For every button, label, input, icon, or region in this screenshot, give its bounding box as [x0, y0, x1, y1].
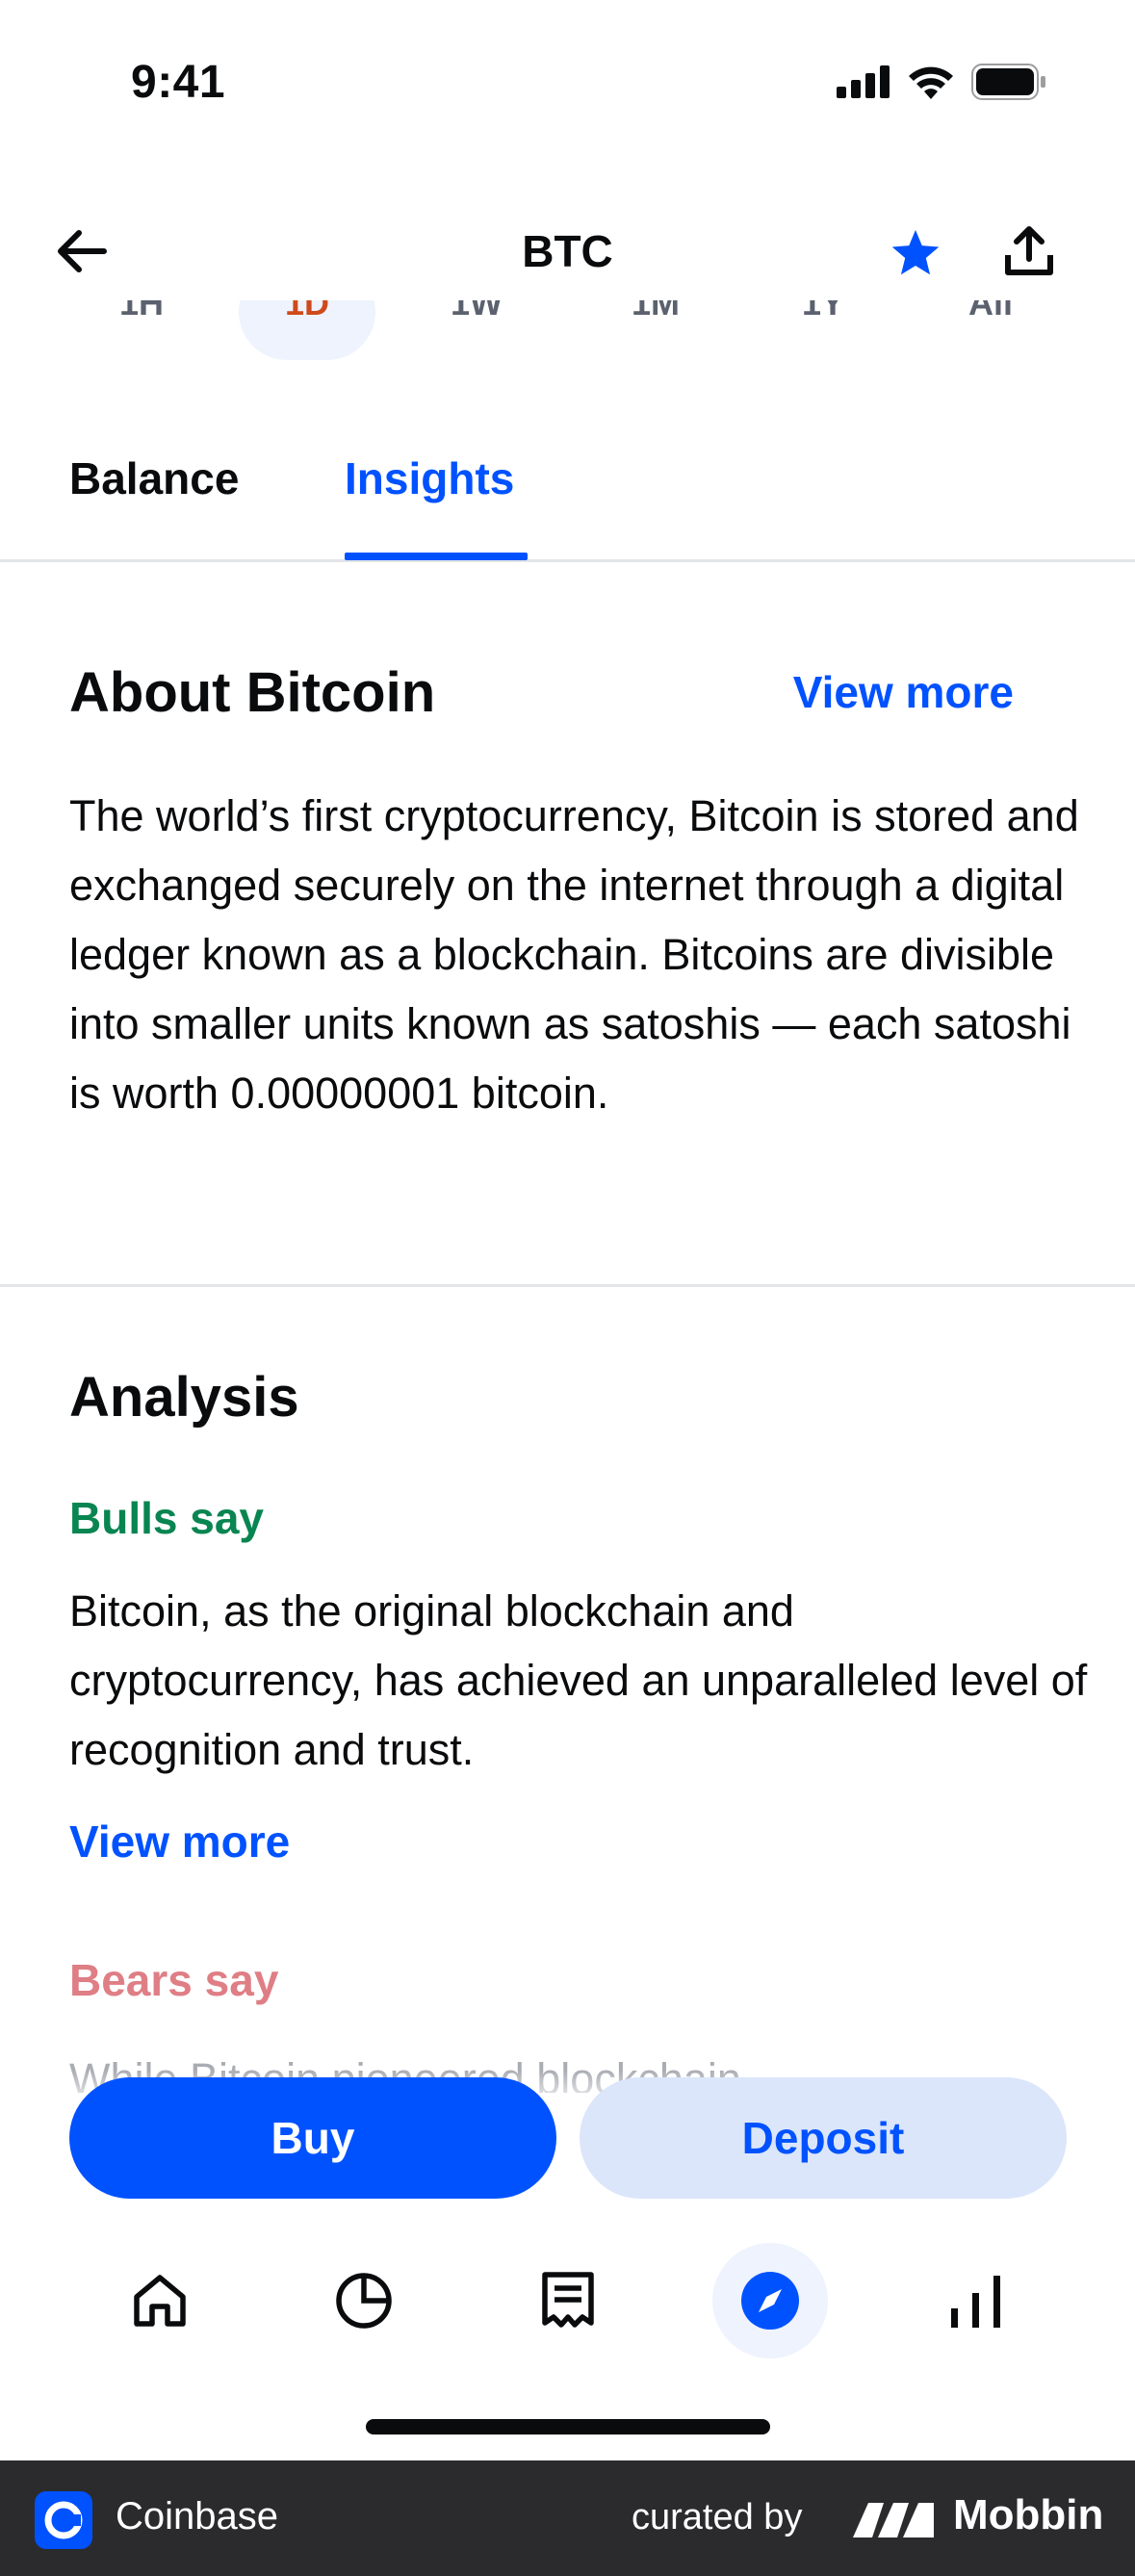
- nav-home[interactable]: [102, 2243, 218, 2358]
- about-view-more-link[interactable]: View more: [793, 666, 1014, 718]
- status-icons: [837, 64, 1046, 100]
- tab-balance[interactable]: Balance: [69, 452, 239, 504]
- time-range-1y[interactable]: 1Y: [751, 300, 895, 323]
- time-range-1d[interactable]: 1D: [235, 300, 379, 323]
- time-range-1m[interactable]: 1M: [583, 300, 728, 323]
- home-indicator: [366, 2419, 770, 2434]
- battery-icon: [971, 64, 1045, 100]
- time-range-1w[interactable]: 1W: [404, 300, 549, 323]
- coinbase-logo-icon: [35, 2491, 92, 2549]
- nav-markets[interactable]: [918, 2243, 1034, 2358]
- share-upload-icon: [1005, 226, 1053, 275]
- cellular-signal-icon: [837, 65, 890, 98]
- footer-app-name: Coinbase: [116, 2495, 279, 2537]
- footer-brand: Mobbin: [953, 2491, 1104, 2538]
- footer-banner: Coinbase curated by Mobbin: [0, 2460, 1135, 2576]
- time-range-all[interactable]: All: [918, 300, 1063, 323]
- section-divider: [0, 1284, 1135, 1287]
- bottom-navigation: [0, 2233, 1135, 2378]
- time-range-1h[interactable]: 1H: [69, 300, 214, 323]
- explore-compass-icon: [741, 2272, 799, 2330]
- status-bar: 9:41: [0, 0, 1135, 168]
- tab-bar: Balance Insights: [0, 424, 1135, 562]
- home-icon: [134, 2275, 186, 2327]
- nav-header: BTC: [0, 202, 1135, 298]
- about-title: About Bitcoin: [69, 661, 436, 724]
- nav-transactions[interactable]: [510, 2243, 626, 2358]
- portfolio-pie-icon: [336, 2273, 392, 2329]
- watchlist-star-button[interactable]: [884, 221, 947, 285]
- bears-say-heading: Bears say: [69, 1955, 279, 2005]
- share-button[interactable]: [997, 219, 1061, 283]
- about-description: The world’s first cryptocurrency, Bitcoi…: [69, 791, 1079, 1118]
- bulls-say-heading: Bulls say: [69, 1493, 264, 1543]
- page-title: BTC: [522, 226, 613, 276]
- markets-bars-icon: [951, 2276, 1000, 2328]
- star-icon: [891, 229, 940, 275]
- action-bar: Buy Deposit: [0, 2070, 1135, 2204]
- buy-button[interactable]: Buy: [69, 2077, 556, 2199]
- wifi-icon: [909, 66, 953, 99]
- time-range-selector: 1H 1D 1W 1M 1Y All: [0, 300, 1135, 377]
- transactions-receipt-icon: [542, 2272, 594, 2328]
- tab-insights[interactable]: Insights: [345, 452, 514, 504]
- bulls-say-text: Bitcoin, as the original blockchain and …: [69, 1586, 1088, 1774]
- tab-active-indicator: [345, 553, 528, 560]
- nav-portfolio[interactable]: [306, 2243, 422, 2358]
- status-time: 9:41: [131, 57, 226, 108]
- mobbin-logo-icon: [853, 2503, 934, 2537]
- analysis-title: Analysis: [69, 1366, 299, 1429]
- footer-curated-by: curated by: [632, 2497, 803, 2537]
- nav-explore[interactable]: [712, 2243, 828, 2358]
- deposit-button[interactable]: Deposit: [580, 2077, 1067, 2199]
- bulls-view-more-link[interactable]: View more: [69, 1816, 290, 1868]
